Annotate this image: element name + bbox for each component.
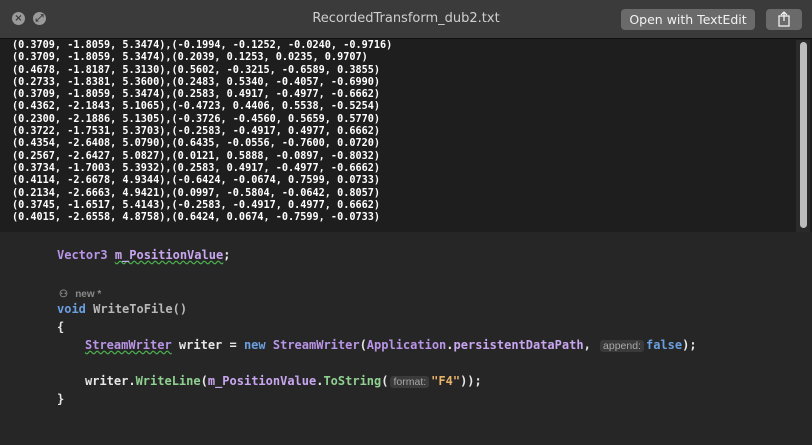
- close-icon[interactable]: ×: [12, 12, 25, 25]
- title-bar: × ⤢ RecordedTransform_dub2.txt Open with…: [0, 0, 812, 39]
- streamwriter-constructor: StreamWriter: [265, 338, 360, 352]
- share-button[interactable]: [766, 9, 802, 30]
- persistent-data-path: persistentDataPath: [453, 338, 584, 352]
- dot: .: [446, 338, 454, 352]
- method-name[interactable]: WriteToFile(): [93, 302, 187, 316]
- application-class: Application: [366, 338, 447, 352]
- field-declaration: Vector3 m_PositionValue;: [57, 248, 230, 262]
- append-parameter-hint: append:: [600, 340, 644, 352]
- field-name[interactable]: m_PositionValue: [115, 248, 223, 262]
- file-line: (0.3734, -1.7003, 5.3932),(0.2583, 0.491…: [12, 162, 381, 174]
- close-brace: }: [57, 392, 65, 406]
- tostring-method: ToString: [323, 374, 382, 388]
- file-line: (0.2733, -1.8381, 5.3600),(0.2483, 0.534…: [12, 76, 381, 88]
- quicklook-window: × ⤢ RecordedTransform_dub2.txt Open with…: [0, 0, 812, 232]
- file-content: (0.3709, -1.8059, 5.3474),(-0.1994, -0.1…: [12, 40, 794, 232]
- file-line: (0.3709, -1.8059, 5.3474),(0.2039, 0.125…: [12, 52, 368, 64]
- streamwriter-type[interactable]: StreamWriter: [85, 338, 172, 352]
- person-icon: ⚇: [59, 289, 68, 300]
- share-icon: [778, 11, 790, 27]
- semicolon: ;: [223, 248, 231, 262]
- file-line: (0.2134, -2.6663, 4.9421),(0.0997, -0.58…: [12, 187, 381, 199]
- file-line: (0.4114, -2.6678, 4.9344),(-0.6424, -0.0…: [12, 175, 381, 187]
- writer-object: writer.: [85, 374, 136, 388]
- void-keyword: void: [57, 302, 86, 316]
- file-line: (0.4015, -2.6558, 4.8758),(0.6424, 0.067…: [12, 212, 381, 224]
- format-parameter-hint: format:: [390, 376, 430, 388]
- code-editor: Vector3 m_PositionValue; ⚇ new * void Wr…: [0, 232, 812, 445]
- comma: ,: [583, 338, 599, 352]
- file-line: (0.2300, -2.1886, 5.1305),(-0.3726, -0.4…: [12, 113, 381, 125]
- line-end: ));: [460, 374, 482, 388]
- paren: (: [359, 338, 367, 352]
- window-title: RecordedTransform_dub2.txt: [312, 11, 500, 26]
- type-keyword: Vector3: [57, 248, 108, 262]
- format-string: "F4": [431, 374, 461, 388]
- method-signature: void WriteToFile(): [57, 302, 187, 316]
- writeline-method: WriteLine: [135, 374, 201, 388]
- code-line-streamwriter: StreamWriter writer = new StreamWriter(A…: [85, 338, 697, 352]
- file-line: (0.3722, -1.7531, 5.3703),(-0.2583, -0.4…: [12, 126, 381, 138]
- file-line: (0.2567, -2.6427, 5.0827),(0.0121, 0.588…: [12, 150, 381, 162]
- position-field: m_PositionValue: [207, 374, 317, 388]
- open-brace: {: [57, 320, 65, 334]
- file-line: (0.4362, -2.1843, 5.1065),(-0.4723, 0.44…: [12, 101, 381, 113]
- paren: (: [200, 374, 208, 388]
- open-with-textedit-button[interactable]: Open with TextEdit: [621, 9, 755, 30]
- usage-hint-label: new *: [75, 289, 102, 300]
- usage-hint[interactable]: ⚇ new *: [59, 286, 101, 300]
- scrollbar-thumb[interactable]: [800, 42, 807, 228]
- file-line: (0.4678, -1.8187, 5.3130),(0.5602, -0.32…: [12, 64, 381, 76]
- paren: (: [381, 374, 389, 388]
- file-line: (0.3745, -1.6517, 5.4143),(-0.2583, -0.4…: [12, 199, 381, 211]
- writer-variable: writer =: [171, 338, 244, 352]
- line-end: );: [682, 338, 697, 352]
- file-line: (0.4354, -2.6408, 5.0790),(0.6435, -0.05…: [12, 138, 381, 150]
- false-keyword: false: [645, 338, 683, 352]
- file-line: (0.3709, -1.8059, 5.3474),(-0.1994, -0.1…: [12, 40, 393, 51]
- new-keyword: new: [243, 338, 266, 352]
- code-line-writeline: writer.WriteLine(m_PositionValue.ToStrin…: [85, 374, 482, 388]
- file-line: (0.3709, -1.8059, 5.3474),(0.2583, 0.491…: [12, 89, 381, 101]
- fullscreen-icon[interactable]: ⤢: [33, 12, 46, 25]
